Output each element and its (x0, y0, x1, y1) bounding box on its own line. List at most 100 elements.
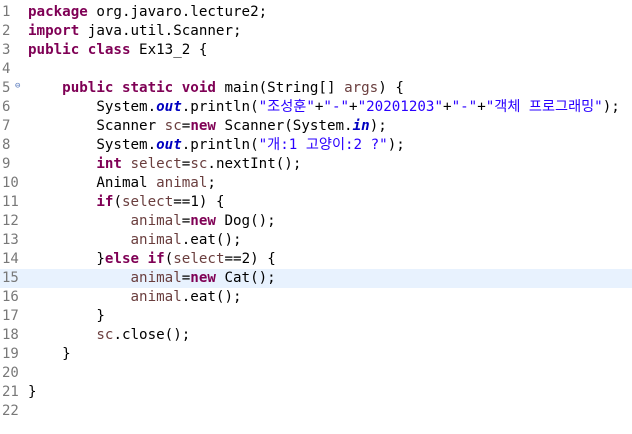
code-token: Scanner(System. (215, 118, 353, 134)
string-token: "20201203" (357, 99, 444, 115)
code-token: Cat(); (215, 270, 276, 286)
code-token: .eat(); (181, 289, 242, 305)
code-line[interactable]: 7 Scanner sc=new Scanner(System.in); (0, 117, 632, 136)
string-token: "개:1 고양이:2 ?" (258, 137, 388, 153)
code-token: .println( (181, 99, 259, 115)
code-text: } (28, 345, 71, 364)
variable-token: args (344, 80, 379, 96)
code-token: ==1) { (173, 194, 225, 210)
line-number: 18 (2, 327, 19, 343)
code-token: ( (113, 194, 122, 210)
variable-token: animal (130, 232, 182, 248)
code-token: = (181, 270, 191, 286)
code-token: .eat(); (181, 232, 242, 248)
variable-token: animal (156, 175, 208, 191)
code-text: animal.eat(); (28, 288, 242, 307)
code-line[interactable]: 1 package org.javaro.lecture2; (0, 3, 632, 22)
code-line[interactable]: 16 animal.eat(); (0, 288, 632, 307)
code-token: .close(); (113, 327, 191, 343)
string-token: "조성훈" (258, 99, 315, 115)
line-number: 3 (2, 42, 11, 58)
code-token: ); (387, 137, 405, 153)
code-line[interactable]: 17 } (0, 307, 632, 326)
code-line[interactable]: 13 animal.eat(); (0, 231, 632, 250)
static-field-token: in (352, 118, 370, 134)
static-field-token: out (156, 99, 182, 115)
code-token: Dog(); (215, 213, 276, 229)
code-token: } (28, 384, 37, 400)
code-text: animal=new Cat(); (28, 269, 276, 288)
line-number: 15 (2, 270, 19, 286)
keyword-token: static (121, 80, 174, 96)
code-line[interactable]: 18 sc.close(); (0, 326, 632, 345)
code-token: + (349, 99, 358, 115)
line-number: 14 (2, 251, 19, 267)
line-number: 16 (2, 289, 19, 305)
line-number: 12 (2, 213, 19, 229)
code-text: animal.eat(); (28, 231, 242, 250)
keyword-token: int (96, 156, 122, 172)
string-token: "객체 프로그래밍" (485, 99, 603, 115)
variable-token: select (173, 251, 225, 267)
keyword-token: new (190, 213, 216, 229)
code-token: ==2) { (224, 251, 276, 267)
code-token: System. (28, 137, 157, 153)
code-token: ); (602, 99, 620, 115)
code-line[interactable]: 4 (0, 60, 632, 79)
code-text: if(select==1) { (28, 193, 224, 212)
line-number: 19 (2, 346, 19, 362)
code-line[interactable]: 5 ⊖ public static void main(String[] args… (0, 79, 632, 98)
code-line[interactable]: 21} (0, 383, 632, 402)
variable-token: select (130, 156, 182, 172)
code-line[interactable]: 6 System.out.println("조성훈"+"-"+"20201203… (0, 98, 632, 117)
static-field-token: out (156, 137, 182, 153)
code-token: + (443, 99, 452, 115)
code-token: ; (207, 175, 216, 191)
keyword-token: if (147, 251, 165, 267)
line-number: 2 (2, 23, 11, 39)
code-line[interactable]: 15 animal=new Cat(); (0, 269, 632, 288)
code-line[interactable]: 12 animal=new Dog(); (0, 212, 632, 231)
code-text: } (28, 383, 37, 402)
code-token: ) { (378, 80, 404, 96)
code-line[interactable]: 10 Animal animal; (0, 174, 632, 193)
code-editor[interactable]: 1 package org.javaro.lecture2; 2 import jav… (0, 0, 632, 434)
keyword-token: import (28, 23, 80, 39)
code-token: = (181, 213, 191, 229)
code-token: .println( (181, 137, 259, 153)
line-number: 17 (2, 308, 19, 324)
keyword-token: else (104, 251, 140, 267)
line-number: 21 (2, 384, 19, 400)
keyword-token: new (190, 118, 216, 134)
code-line[interactable]: 8 System.out.println("개:1 고양이:2 ?"); (0, 136, 632, 155)
code-text: public class Ex13_2 { (28, 41, 207, 60)
code-line[interactable]: 19 } (0, 345, 632, 364)
code-text: int select=sc.nextInt(); (28, 155, 301, 174)
variable-token: sc (96, 327, 114, 343)
collapse-fold-icon[interactable]: ⊖ (15, 79, 20, 94)
code-token: ( (164, 251, 174, 267)
code-line[interactable]: 9 int select=sc.nextInt(); (0, 155, 632, 174)
code-line[interactable]: 3 public class Ex13_2 { (0, 41, 632, 60)
code-line[interactable]: 22 (0, 402, 632, 421)
code-token: System. (28, 99, 157, 115)
line-number: 13 (2, 232, 19, 248)
code-token: java.util.Scanner; (79, 23, 242, 39)
code-text: import java.util.Scanner; (28, 22, 242, 41)
code-line[interactable]: 20 (0, 364, 632, 383)
code-line[interactable]: 14 }else if(select==2) { (0, 250, 632, 269)
line-number: 8 (2, 137, 11, 153)
code-token: main(String[] (215, 80, 345, 96)
keyword-token: if (96, 194, 114, 210)
code-line[interactable]: 11 if(select==1) { (0, 193, 632, 212)
code-line[interactable]: 2 import java.util.Scanner; (0, 22, 632, 41)
keyword-token: public (28, 42, 80, 58)
keyword-token: void (181, 80, 216, 96)
